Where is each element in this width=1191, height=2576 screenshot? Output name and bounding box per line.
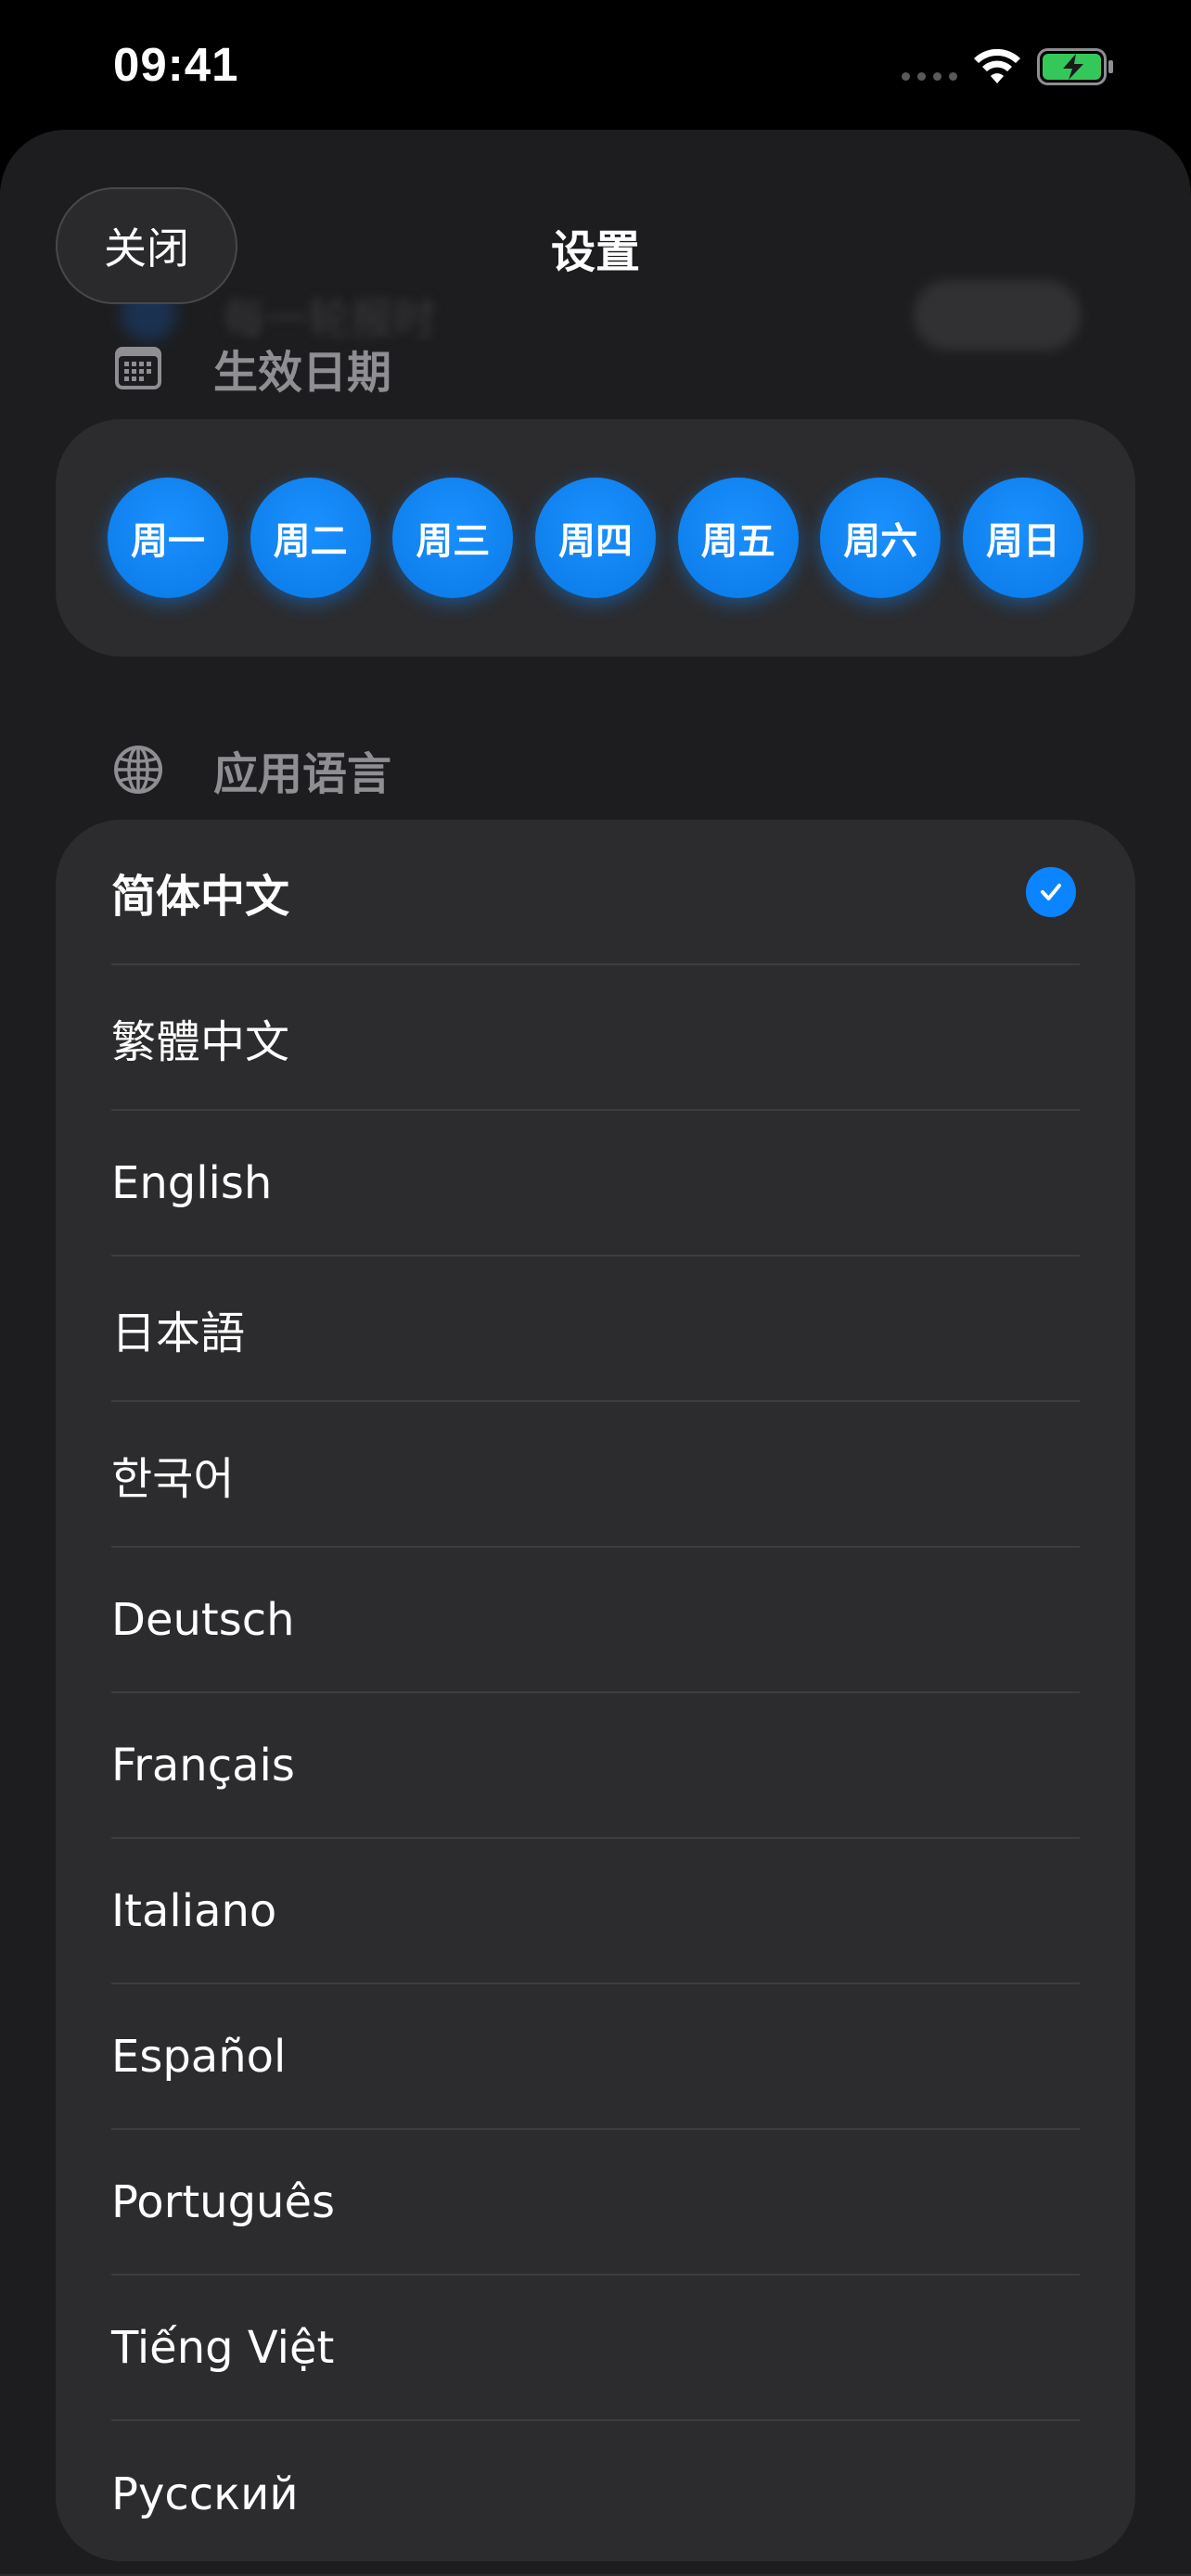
day-toggle-wed[interactable]: 周三 bbox=[392, 478, 514, 598]
language-option-label: 한국어 bbox=[111, 1452, 235, 1505]
language-option-de[interactable]: Deutsch bbox=[111, 1548, 1080, 1693]
weekday-selector: 周一 周二 周三 周四 周五 周六 周日 bbox=[56, 419, 1135, 657]
day-toggle-mon[interactable]: 周一 bbox=[108, 478, 228, 598]
language-list-card: 简体中文 繁體中文 English 日本語 한국어 Deutsch França… bbox=[56, 820, 1135, 2561]
language-option-label: Deutsch bbox=[111, 1593, 295, 1646]
day-toggle-sat[interactable]: 周六 bbox=[820, 478, 941, 598]
language-option-zh-hans[interactable]: 简体中文 bbox=[111, 820, 1080, 965]
language-option-label: Português bbox=[111, 2175, 336, 2228]
wifi-icon bbox=[974, 48, 1020, 83]
language-option-label: English bbox=[111, 1156, 273, 1209]
page-title: 设置 bbox=[550, 226, 640, 278]
language-option-es[interactable]: Español bbox=[111, 1984, 1080, 2130]
effective-date-label: 生效日期 bbox=[213, 347, 392, 399]
calendar-icon bbox=[115, 347, 161, 389]
language-option-ja[interactable]: 日本語 bbox=[111, 1256, 1080, 1402]
app-language-header: 应用语言 bbox=[113, 737, 391, 802]
language-option-it[interactable]: Italiano bbox=[111, 1839, 1080, 1984]
app-language-label: 应用语言 bbox=[213, 748, 392, 800]
language-option-ko[interactable]: 한국어 bbox=[111, 1402, 1080, 1548]
language-option-label: 简体中文 bbox=[111, 870, 290, 923]
language-option-zh-hant[interactable]: 繁體中文 bbox=[111, 965, 1080, 1111]
day-toggle-tue[interactable]: 周二 bbox=[250, 478, 371, 598]
language-option-label: Italiano bbox=[111, 1884, 277, 1937]
day-toggle-sun[interactable]: 周日 bbox=[962, 478, 1083, 598]
language-option-label: Русский bbox=[111, 2468, 299, 2520]
language-option-ru[interactable]: Русский bbox=[111, 2421, 1080, 2567]
language-option-label: 繁體中文 bbox=[111, 1015, 290, 1068]
checkmark-icon bbox=[1026, 866, 1076, 917]
language-option-vi[interactable]: Tiếng Việt bbox=[111, 2276, 1080, 2421]
language-option-en[interactable]: English bbox=[111, 1111, 1080, 1256]
status-bar: 09:41 bbox=[0, 0, 1191, 130]
language-option-label: Français bbox=[111, 1739, 295, 1792]
language-option-label: Español bbox=[111, 2030, 287, 2083]
day-toggle-fri[interactable]: 周五 bbox=[677, 478, 799, 598]
language-option-label: Tiếng Việt bbox=[111, 2321, 335, 2374]
effective-date-header: 生效日期 bbox=[113, 336, 391, 401]
language-option-pt[interactable]: Português bbox=[111, 2130, 1080, 2276]
globe-icon bbox=[114, 746, 162, 794]
background-toggle bbox=[914, 280, 1081, 351]
cellular-signal-icon bbox=[902, 72, 957, 81]
language-option-label: 日本語 bbox=[111, 1307, 246, 1359]
battery-charging-icon bbox=[1037, 48, 1113, 85]
language-option-fr[interactable]: Français bbox=[111, 1693, 1080, 1839]
status-time: 09:41 bbox=[113, 38, 239, 91]
language-list: 简体中文 繁體中文 English 日本語 한국어 Deutsch França… bbox=[56, 820, 1135, 2567]
day-toggle-thu[interactable]: 周四 bbox=[534, 478, 656, 598]
